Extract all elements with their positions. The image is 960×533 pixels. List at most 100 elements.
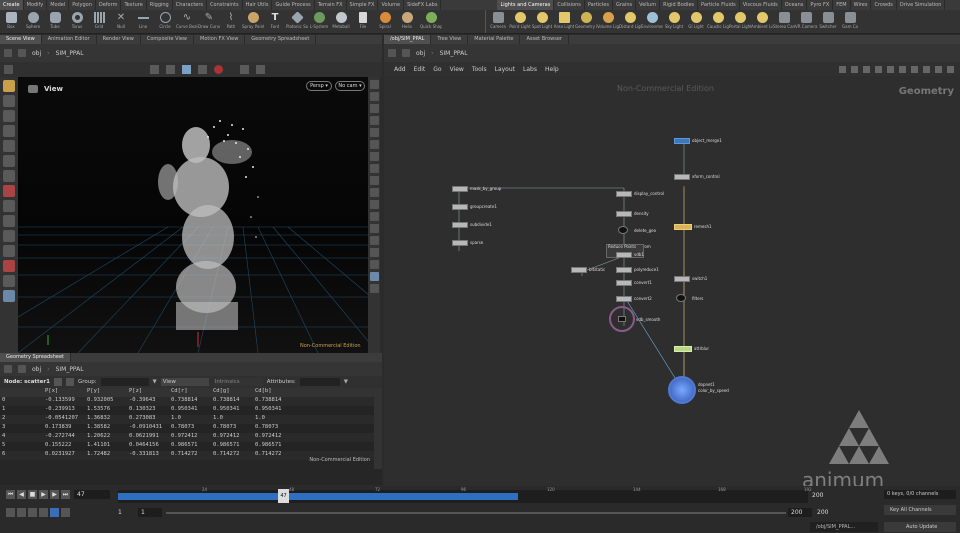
tool-area-light[interactable]: Area Light xyxy=(553,10,575,33)
shelf-tab[interactable]: Hair Utils xyxy=(243,0,273,10)
tool-circle[interactable]: Circle xyxy=(154,10,176,33)
settings-icon[interactable] xyxy=(61,508,70,517)
tool-curve-bezier[interactable]: ∿Curve Bezier xyxy=(176,10,198,33)
tab-material-palette[interactable]: Material Palette xyxy=(468,35,521,44)
tool-file[interactable]: File xyxy=(352,10,374,33)
table-row[interactable]: 4 -0.272744 1.20622 0.0621991 0.972412 0.9724… xyxy=(0,433,382,442)
shelf-tab[interactable]: Grains xyxy=(613,0,637,10)
network-tool-icon[interactable] xyxy=(887,65,894,73)
display-option-icon[interactable] xyxy=(369,188,379,197)
transform-icon[interactable] xyxy=(3,95,15,107)
shelf-tab[interactable]: Terrain FX xyxy=(315,0,347,10)
tool-geometry-light[interactable]: Geometry Light xyxy=(575,10,597,33)
perspective-dropdown[interactable]: Persp ▾ xyxy=(306,81,332,91)
shelf-tab[interactable]: SideFX Labs xyxy=(404,0,442,10)
shelf-tab[interactable]: Collisions xyxy=(554,0,585,10)
loop-icon[interactable] xyxy=(28,508,37,517)
display-option-icon[interactable] xyxy=(369,200,379,209)
tab-animation-editor[interactable]: Animation Editor xyxy=(42,35,97,44)
shelf-tab[interactable]: Simple FX xyxy=(347,0,379,10)
bounce-icon[interactable] xyxy=(39,508,48,517)
pose-icon[interactable] xyxy=(3,155,15,167)
node-vdb-smooth[interactable] xyxy=(618,316,626,322)
timeline-bar[interactable]: 24 48 72 96 120 144 168 192 47 xyxy=(118,487,812,503)
tool-helix[interactable]: Helix xyxy=(396,10,418,33)
tool-sky-light[interactable]: Sky Light xyxy=(663,10,685,33)
node-convert1[interactable] xyxy=(616,280,632,286)
tool-gi-light[interactable]: GI Light xyxy=(685,10,707,33)
tool-path[interactable]: ⌇ Path xyxy=(220,10,242,33)
audio-icon[interactable] xyxy=(50,508,59,517)
tab-network-editor[interactable]: /obj/SIM_PPAL xyxy=(384,35,432,44)
display-option-icon[interactable] xyxy=(369,272,379,281)
shelf-tab[interactable]: Texture xyxy=(121,0,147,10)
path-object[interactable]: SIM_PPAL xyxy=(56,366,84,373)
shelf-tab-lights[interactable]: Lights and Cameras xyxy=(497,0,555,10)
network-tool-icon[interactable] xyxy=(935,65,942,73)
tool-stereo-camera[interactable]: Stereo Camera xyxy=(773,10,795,33)
node-convert2[interactable] xyxy=(616,296,632,302)
table-row[interactable]: 5 0.155222 1.41101 0.0464156 0.986571 0.98657… xyxy=(0,442,382,451)
network-tool-icon[interactable] xyxy=(947,65,954,73)
column-header[interactable]: P[x] xyxy=(45,388,87,397)
key-all-channels-button[interactable]: Key All Channels xyxy=(884,505,956,515)
shelf-tab[interactable]: Oceans xyxy=(782,0,808,10)
path-object[interactable]: SIM_PPAL xyxy=(56,50,84,57)
shelf-tab-create[interactable]: Create xyxy=(0,0,24,10)
shelf-tab[interactable]: Guide Process xyxy=(272,0,315,10)
tool-distant-light[interactable]: Distant Light xyxy=(619,10,641,33)
display-option-icon[interactable] xyxy=(369,176,379,185)
tool-point-light[interactable]: Point Light xyxy=(509,10,531,33)
lasso-icon[interactable] xyxy=(3,200,15,212)
column-header[interactable]: Cd[r] xyxy=(171,388,213,397)
scale-icon[interactable] xyxy=(3,125,15,137)
peak-icon[interactable] xyxy=(3,275,15,287)
network-tool-icon[interactable] xyxy=(923,65,930,73)
tool-draw-curve[interactable]: ✎ Draw Curve xyxy=(198,10,220,33)
path-obj[interactable]: obj xyxy=(32,366,41,373)
tab-motion-fx-view[interactable]: Motion FX View xyxy=(194,35,246,44)
shelf-tab[interactable]: Vellum xyxy=(636,0,661,10)
tool-line[interactable]: Line xyxy=(132,10,154,33)
display-option-icon[interactable] xyxy=(369,116,379,125)
menu-help[interactable]: Help xyxy=(545,66,559,73)
column-header[interactable]: P[z] xyxy=(129,388,171,397)
end-frame-field[interactable]: 200 xyxy=(788,508,812,517)
tool-caustic-light[interactable]: Caustic Light xyxy=(707,10,729,33)
shelf-tab[interactable]: Particles xyxy=(585,0,613,10)
display-option-icon[interactable] xyxy=(369,92,379,101)
group-field[interactable] xyxy=(100,378,149,386)
tool-vr-camera[interactable]: VR Camera xyxy=(795,10,817,33)
pin-icon[interactable] xyxy=(4,65,13,74)
menu-layout[interactable]: Layout xyxy=(495,66,515,73)
tab-composite-view[interactable]: Composite View xyxy=(141,35,194,44)
table-row[interactable]: 3 0.173839 1.38582 -0.0910431 0.78073 0.78073… xyxy=(0,424,382,433)
sheet-scrollbar[interactable] xyxy=(374,388,382,469)
column-header[interactable] xyxy=(0,388,45,397)
shelf-tab[interactable]: Drive Simulation xyxy=(897,0,946,10)
render-icon[interactable] xyxy=(240,65,249,74)
view-icon[interactable] xyxy=(3,170,15,182)
network-tool-icon[interactable] xyxy=(839,65,846,73)
display-option-icon[interactable] xyxy=(369,224,379,233)
tab-tree-view[interactable]: Tree View xyxy=(431,35,469,44)
table-row[interactable]: 2 -0.0541207 1.36832 0.273083 1.0 1.0 1.0 xyxy=(0,415,382,424)
node-filters[interactable] xyxy=(676,294,686,302)
shelf-tab[interactable]: Volume xyxy=(378,0,405,10)
menu-go[interactable]: Go xyxy=(433,66,441,73)
display-option-icon[interactable] xyxy=(369,104,379,113)
column-header[interactable]: Cd[g] xyxy=(213,388,255,397)
tool-torus[interactable]: Torus xyxy=(66,10,88,33)
shelf-tab[interactable]: Deform xyxy=(96,0,122,10)
camera-dropdown[interactable]: No cam ▾ xyxy=(335,81,365,91)
last-frame-icon[interactable]: ⏭ xyxy=(61,490,70,499)
shelf-tab[interactable]: Modify xyxy=(24,0,48,10)
display-option-icon[interactable] xyxy=(369,140,379,149)
back-button[interactable] xyxy=(4,49,12,57)
display-option-icon[interactable] xyxy=(369,212,379,221)
shelf-tab[interactable]: Polygon xyxy=(69,0,96,10)
shelf-tab[interactable]: Rigid Bodies xyxy=(660,0,699,10)
tab-scene-view[interactable]: Scene View xyxy=(0,35,42,44)
current-frame-field[interactable]: 47 xyxy=(74,490,110,499)
menu-labs[interactable]: Labs xyxy=(523,66,537,73)
